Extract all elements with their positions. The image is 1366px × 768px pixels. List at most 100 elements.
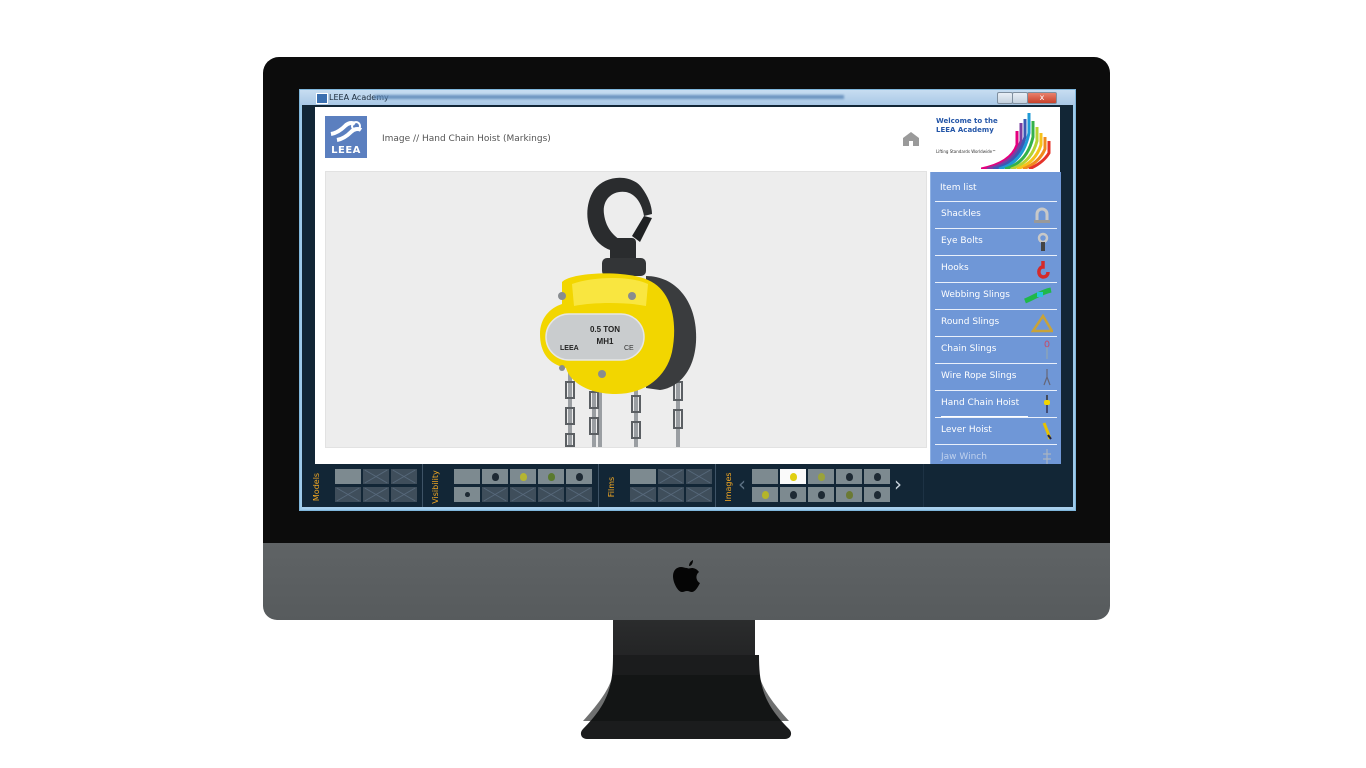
films-thumb[interactable] <box>630 469 656 484</box>
app-icon <box>316 93 328 104</box>
title-reflection <box>374 95 844 99</box>
leea-logo[interactable]: LEEA <box>325 116 367 158</box>
nameplate-model: MH1 <box>597 337 614 346</box>
horizontal-scrollbar[interactable] <box>302 507 1073 509</box>
visibility-thumb[interactable] <box>482 487 508 502</box>
films-thumb[interactable] <box>630 487 656 502</box>
round-sling-icon <box>1031 313 1053 333</box>
app-window: LEEA Academy x LEEA Image // Hand Chain … <box>299 89 1076 511</box>
logo-text: LEEA <box>331 145 361 156</box>
hand-chain-hoist-icon <box>1044 395 1050 413</box>
item-eye-bolts[interactable]: Eye Bolts <box>935 228 1057 254</box>
films-thumb[interactable] <box>658 487 684 502</box>
images-thumb[interactable] <box>836 487 862 502</box>
wire-rope-sling-icon <box>1043 369 1051 386</box>
films-label: Films <box>607 476 616 498</box>
item-label: Hand Chain Hoist <box>941 398 1020 408</box>
maximize-button[interactable] <box>1012 92 1028 104</box>
films-thumb[interactable] <box>686 469 712 484</box>
item-shackles[interactable]: Shackles <box>935 201 1057 227</box>
visibility-thumb[interactable] <box>482 469 508 484</box>
divider <box>422 464 423 508</box>
films-thumb[interactable] <box>658 469 684 484</box>
apple-logo-icon <box>673 560 700 592</box>
item-label: Shackles <box>941 209 981 219</box>
images-thumb[interactable] <box>864 469 890 484</box>
item-label: Round Slings <box>941 317 1000 327</box>
chain-link-icon <box>330 120 363 142</box>
client-area: LEEA Image // Hand Chain Hoist (Markings… <box>315 107 1061 464</box>
academy-banner: Welcome to the LEEA Academy Lifting Stan… <box>931 111 1057 169</box>
item-label: Hooks <box>941 263 969 273</box>
item-jaw-winch[interactable]: Jaw Winch <box>935 444 1057 464</box>
hook-icon <box>1037 261 1050 279</box>
lever-hoist-icon <box>1042 422 1052 440</box>
images-thumb[interactable] <box>808 487 834 502</box>
hand-chain-hoist-image: 0.5 TON MH1 LEEA CE <box>540 177 697 447</box>
item-label: Lever Hoist <box>941 425 992 435</box>
models-thumb[interactable] <box>335 469 361 484</box>
models-thumb[interactable] <box>391 469 417 484</box>
films-group: Films <box>605 466 715 506</box>
models-group: Models <box>310 466 420 506</box>
close-button[interactable]: x <box>1027 92 1057 104</box>
item-round-slings[interactable]: Round Slings <box>935 309 1057 335</box>
item-label: Chain Slings <box>941 344 997 354</box>
visibility-thumb[interactable] <box>566 487 592 502</box>
model-viewer[interactable]: 0.5 TON MH1 LEEA CE <box>325 171 927 448</box>
models-thumb[interactable] <box>335 487 361 502</box>
minimize-button[interactable] <box>997 92 1013 104</box>
images-group: Images ‹ › <box>722 466 922 506</box>
visibility-thumb[interactable] <box>454 469 480 484</box>
images-thumb-selected[interactable] <box>780 469 806 484</box>
item-webbing-slings[interactable]: Webbing Slings <box>935 282 1057 308</box>
visibility-thumb[interactable] <box>510 487 536 502</box>
divider <box>715 464 716 508</box>
monitor-stand-foot <box>580 655 792 739</box>
nameplate-brand: LEEA <box>560 345 579 352</box>
images-thumb[interactable] <box>752 487 778 502</box>
visibility-thumb[interactable] <box>454 487 480 502</box>
images-label: Images <box>724 472 733 502</box>
chain-sling-icon <box>1044 340 1050 359</box>
item-label: Eye Bolts <box>941 236 983 246</box>
divider <box>598 464 599 508</box>
rainbow-graphic <box>981 113 1051 169</box>
item-list-title: Item list <box>940 183 977 193</box>
models-thumb[interactable] <box>363 487 389 502</box>
home-icon[interactable] <box>903 132 919 146</box>
nameplate-rating: 0.5 TON <box>590 325 620 334</box>
item-hand-chain-hoist[interactable]: Hand Chain Hoist <box>935 390 1057 416</box>
item-chain-slings[interactable]: Chain Slings <box>935 336 1057 362</box>
films-thumb[interactable] <box>686 487 712 502</box>
item-lever-hoist[interactable]: Lever Hoist <box>935 417 1057 443</box>
item-wire-rope-slings[interactable]: Wire Rope Slings <box>935 363 1057 389</box>
item-hooks[interactable]: Hooks <box>935 255 1057 281</box>
divider <box>923 464 924 508</box>
visibility-group: Visibility <box>429 466 594 506</box>
visibility-label: Visibility <box>431 470 440 504</box>
item-list-panel: Item list Shackles Eye Bolts Hooks Webbi… <box>930 172 1061 464</box>
shackle-icon <box>1034 207 1050 223</box>
visibility-thumb[interactable] <box>538 469 564 484</box>
item-label: Webbing Slings <box>941 290 1010 300</box>
visibility-thumb[interactable] <box>510 469 536 484</box>
models-thumb[interactable] <box>363 469 389 484</box>
images-thumb[interactable] <box>836 469 862 484</box>
bottom-toolbar: Models Visibility Films Images ‹ › <box>302 464 1073 508</box>
models-thumb[interactable] <box>391 487 417 502</box>
title-bar[interactable]: LEEA Academy x <box>300 90 1075 105</box>
images-thumb[interactable] <box>864 487 890 502</box>
images-thumb[interactable] <box>752 469 778 484</box>
images-thumb[interactable] <box>780 487 806 502</box>
eye-bolt-icon <box>1037 232 1049 251</box>
nameplate-ce-mark: CE <box>624 345 634 352</box>
webbing-sling-icon <box>1024 287 1052 304</box>
images-prev-button[interactable]: ‹ <box>738 474 746 494</box>
models-label: Models <box>312 472 321 502</box>
images-thumb[interactable] <box>808 469 834 484</box>
item-label: Jaw Winch <box>941 452 987 462</box>
images-next-button[interactable]: › <box>894 474 902 494</box>
visibility-thumb[interactable] <box>566 469 592 484</box>
visibility-thumb[interactable] <box>538 487 564 502</box>
